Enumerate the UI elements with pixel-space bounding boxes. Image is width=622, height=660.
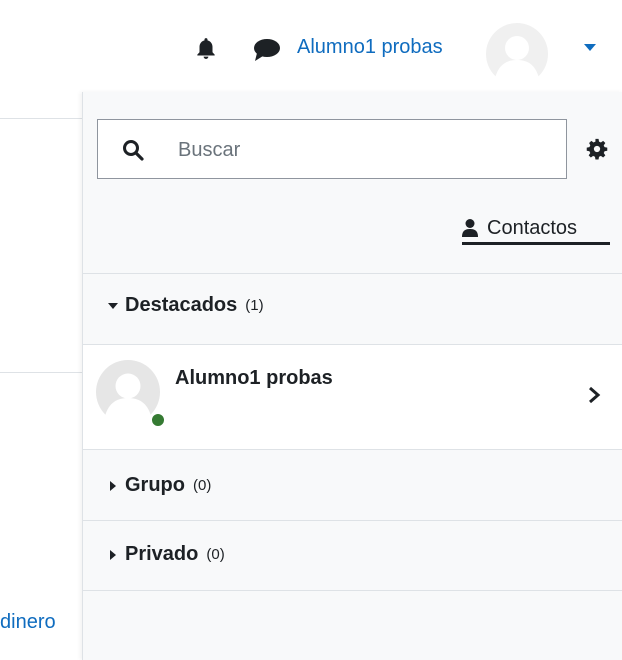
caret-down-icon[interactable]: [583, 42, 597, 52]
section-private-title: Privado: [125, 543, 199, 565]
search-icon[interactable]: [122, 139, 144, 161]
online-status-indicator: [150, 412, 166, 428]
section-starred-toggle[interactable]: Destacados (1): [107, 294, 264, 317]
caret-down-icon: [108, 302, 118, 309]
section-starred-title: Destacados: [125, 294, 238, 316]
section-divider: [83, 520, 622, 521]
chat-bubble-icon[interactable]: [252, 37, 282, 63]
section-starred-count: (1): [245, 297, 264, 314]
chevron-right-icon[interactable]: [587, 385, 601, 405]
section-group-title: Grupo: [125, 474, 185, 496]
contacts-active-indicator: [462, 242, 610, 245]
contacts-label: Contactos: [487, 216, 578, 239]
messaging-drawer: Contactos Destacados (1) Alumno1 probas …: [82, 92, 622, 660]
contact-name: Alumno1 probas: [175, 367, 333, 389]
content-divider: [0, 118, 82, 119]
caret-right-icon: [110, 480, 116, 491]
content-link[interactable]: dinero: [0, 611, 56, 634]
user-icon: [462, 219, 478, 237]
avatar[interactable]: [485, 22, 549, 86]
bell-icon[interactable]: [193, 36, 219, 62]
section-divider: [83, 449, 622, 450]
search-input[interactable]: [176, 128, 550, 172]
top-navbar: Alumno1 probas: [0, 0, 622, 92]
section-group-toggle[interactable]: Grupo (0): [107, 474, 211, 497]
caret-right-icon: [110, 549, 116, 560]
section-private-count: (0): [206, 546, 225, 563]
contact-list-item[interactable]: Alumno1 probas: [83, 345, 622, 449]
content-divider: [0, 372, 82, 373]
section-private-toggle[interactable]: Privado (0): [107, 543, 225, 566]
section-group-count: (0): [193, 477, 212, 494]
search-box[interactable]: [97, 119, 567, 179]
section-divider: [83, 273, 622, 274]
section-divider: [83, 590, 622, 591]
gear-icon[interactable]: [586, 138, 608, 160]
user-menu-name[interactable]: Alumno1 probas: [297, 34, 443, 60]
